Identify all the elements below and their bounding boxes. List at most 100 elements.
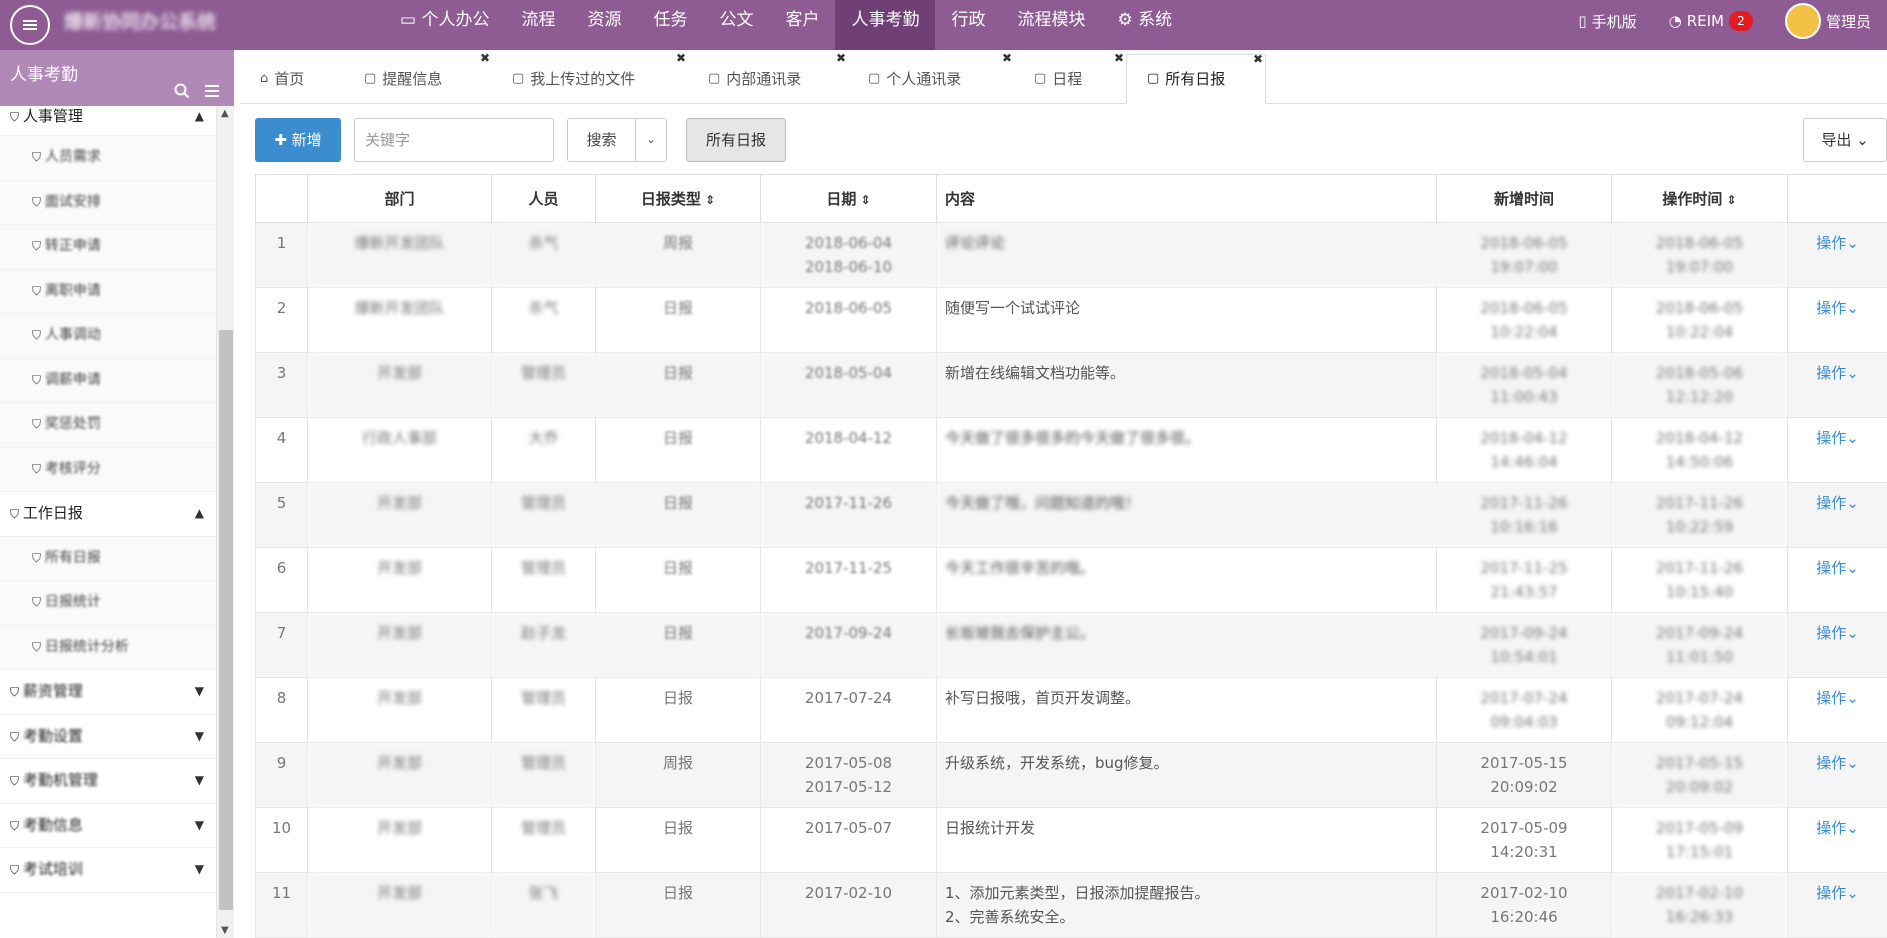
row-action-menu[interactable]: 操作⌄: [1787, 742, 1887, 808]
sidebar-item-14[interactable]: ⛉ 考勤设置 ▼: [0, 714, 216, 759]
table-row[interactable]: 9 开发部 管理员 周报 2017-05-08 2017-05-12 升级系统，开发系统，b…: [255, 742, 1887, 808]
sidebar-item-5[interactable]: ⛉ 人事调动: [0, 314, 216, 359]
op-time-cell-text: 17:15:01: [1665, 843, 1734, 861]
nav-workflow[interactable]: 流程: [505, 0, 571, 50]
sidebar-item-1[interactable]: ⛉ 人员需求: [0, 136, 216, 181]
sidebar-item-9[interactable]: ⛉ 工作日报 ▲: [0, 492, 216, 537]
table-row[interactable]: 4 行政人事部 大乔 日报 2018-04-12 今天做了很多很多的今天做了很多很。 201…: [255, 417, 1887, 483]
sidebar-item-16[interactable]: ⛉ 考勤信息 ▼: [0, 803, 216, 848]
user-menu[interactable]: 管理员: [1769, 0, 1887, 50]
sort-icon[interactable]: ⇕: [701, 193, 715, 207]
row-action-menu[interactable]: 操作⌄: [1787, 287, 1887, 353]
sidebar-item-17[interactable]: ⛉ 考试培训 ▼: [0, 848, 216, 893]
close-icon[interactable]: ✖: [1002, 38, 1012, 78]
tab-4[interactable]: ▢ 个人通讯录 ✖: [848, 51, 1014, 104]
caret-up-icon[interactable]: ▲: [195, 106, 204, 126]
caret-down-icon[interactable]: ▼: [195, 715, 204, 757]
sort-icon[interactable]: ⇕: [1722, 193, 1737, 207]
caret-up-icon[interactable]: ▲: [195, 492, 204, 534]
tab-0[interactable]: ⌂ 首页: [240, 54, 344, 104]
sidebar-item-7[interactable]: ⛉ 奖惩处罚: [0, 403, 216, 448]
nav-customers[interactable]: 客户: [769, 0, 835, 50]
close-icon[interactable]: ✖: [1114, 38, 1124, 78]
row-action-menu[interactable]: 操作⌄: [1787, 612, 1887, 678]
nav-resources[interactable]: 资源: [571, 0, 637, 50]
nav-process-module[interactable]: 流程模块: [1001, 0, 1101, 50]
content-cell: 评论评论: [936, 222, 1437, 288]
scroll-up-icon[interactable]: ▲: [221, 108, 229, 119]
sidebar-item-0[interactable]: ⛉ 人事管理 ▲: [0, 106, 216, 136]
close-icon[interactable]: ✖: [676, 38, 686, 78]
im-link[interactable]: ◔ REIM 2: [1653, 0, 1769, 50]
tab-5[interactable]: ▢ 日程 ✖: [1014, 51, 1126, 104]
table-row[interactable]: 5 开发部 管理员 日报 2017-11-26 今天做了哦，问题知道的哦！ 2017-11-…: [255, 482, 1887, 548]
row-action-menu[interactable]: 操作⌄: [1787, 222, 1887, 288]
tab-3[interactable]: ▢ 内部通讯录 ✖: [688, 51, 848, 104]
sidebar-item-10[interactable]: ⛉ 所有日报: [0, 536, 216, 581]
tab-6[interactable]: ▢ 所有日报 ✖: [1126, 52, 1266, 104]
row-action-menu[interactable]: 操作⌄: [1787, 677, 1887, 743]
op-time-cell-text: 20:09:02: [1665, 778, 1734, 796]
table-row[interactable]: 11 开发部 张飞 日报 2017-02-10 1、添加元素类型，日报添加提醒报告。 2、完…: [255, 872, 1887, 938]
caret-down-icon[interactable]: ▼: [195, 759, 204, 801]
table-row[interactable]: 6 开发部 管理员 日报 2017-11-25 今天工作很辛苦的哦。 2017-11-25 2…: [255, 547, 1887, 613]
keyword-input[interactable]: 关键字: [354, 118, 554, 162]
caret-down-icon[interactable]: ▼: [195, 804, 204, 846]
date-cell: 2017-11-25: [760, 547, 937, 613]
row-action-menu[interactable]: 操作⌄: [1787, 872, 1887, 938]
nav-admin[interactable]: 行政: [935, 0, 1001, 50]
column-header-7[interactable]: 操作时间 ⇕: [1611, 174, 1788, 223]
app-logo-icon[interactable]: [10, 5, 50, 45]
table-row[interactable]: 7 开发部 赵子龙 日报 2017-09-24 长坂坡我去保护主公。 2017-09-24 1…: [255, 612, 1887, 678]
sidebar-item-4[interactable]: ⛉ 离职申请: [0, 269, 216, 314]
search-button[interactable]: 搜索: [568, 119, 636, 161]
row-action-menu[interactable]: 操作⌄: [1787, 417, 1887, 483]
table-row[interactable]: 10 开发部 管理员 日报 2017-05-07 日报统计开发 2017-05-09 14:2…: [255, 807, 1887, 873]
sidebar-item-13[interactable]: ⛉ 薪资管理 ▼: [0, 670, 216, 715]
export-button[interactable]: 导出 ⌄: [1803, 118, 1887, 162]
column-header-label: 日期: [826, 190, 857, 208]
table-row[interactable]: 1 爆新开发团队 杀气 周报 2018-06-04 2018-06-10 评论评论 2018-…: [255, 222, 1887, 288]
table-row[interactable]: 2 爆新开发团队 杀气 日报 2018-06-05 随便写一个试试评论 2018-06-05…: [255, 287, 1887, 353]
close-icon[interactable]: ✖: [836, 38, 846, 78]
add-time-cell: 2017-11-26 10:16:16: [1436, 482, 1612, 548]
column-header-4[interactable]: 日期 ⇕: [760, 174, 937, 223]
sidebar-item-11[interactable]: ⛉ 日报统计: [0, 581, 216, 626]
add-time-cell-text: 21:43:57: [1490, 583, 1558, 601]
all-reports-button[interactable]: 所有日报: [686, 118, 786, 162]
row-action-menu[interactable]: 操作⌄: [1787, 807, 1887, 873]
caret-down-icon[interactable]: ▼: [195, 848, 204, 890]
dept-cell-text: 爆新开发团队: [354, 299, 445, 317]
tab-1[interactable]: ▢ 提醒信息 ✖: [344, 51, 492, 104]
sidebar-scrollbar[interactable]: ▲ ▼: [216, 106, 234, 938]
row-action-menu[interactable]: 操作⌄: [1787, 482, 1887, 548]
mobile-link[interactable]: ▯ 手机版: [1562, 0, 1652, 50]
sidebar-item-2[interactable]: ⛉ 面试安排: [0, 180, 216, 225]
sort-icon[interactable]: ⇕: [856, 193, 871, 207]
sidebar-item-12[interactable]: ⛉ 日报统计分析: [0, 625, 216, 670]
scrollbar-thumb[interactable]: [219, 330, 233, 910]
nav-tasks[interactable]: 任务: [637, 0, 703, 50]
nav-documents[interactable]: 公文: [703, 0, 769, 50]
add-button[interactable]: ✚ 新增: [255, 118, 341, 162]
caret-down-icon[interactable]: ▼: [195, 670, 204, 712]
close-icon[interactable]: ✖: [480, 38, 490, 78]
date-cell: 2018-05-04: [760, 352, 937, 418]
nav-hr-attendance[interactable]: 人事考勤: [835, 0, 936, 50]
row-action-menu[interactable]: 操作⌄: [1787, 547, 1887, 613]
close-icon[interactable]: ✖: [1253, 39, 1263, 79]
column-header-3[interactable]: 日报类型 ⇕: [595, 174, 761, 223]
search-button-group[interactable]: 搜索 ⌄: [567, 118, 667, 162]
sidebar-item-15[interactable]: ⛉ 考勤机管理 ▼: [0, 759, 216, 804]
row-action-menu[interactable]: 操作⌄: [1787, 352, 1887, 418]
sidebar-item-8[interactable]: ⛉ 考核评分: [0, 447, 216, 492]
sidebar-item-3[interactable]: ⛉ 转正申请: [0, 225, 216, 270]
op-time-cell-text: 10:22:04: [1665, 323, 1734, 341]
sidebar-item-6[interactable]: ⛉ 调薪申请: [0, 358, 216, 403]
chevron-down-icon[interactable]: ⌄: [636, 119, 666, 161]
type-cell-text: 日报: [662, 884, 693, 902]
tab-2[interactable]: ▢ 我上传过的文件 ✖: [492, 51, 688, 104]
table-row[interactable]: 3 开发部 管理员 日报 2018-05-04 新增在线编辑文档功能等。 2018-05-0…: [255, 352, 1887, 418]
scroll-down-icon[interactable]: ▼: [221, 925, 229, 936]
table-row[interactable]: 8 开发部 管理员 日报 2017-07-24 补写日报哦，首页开发调整。 2017-07-…: [255, 677, 1887, 743]
